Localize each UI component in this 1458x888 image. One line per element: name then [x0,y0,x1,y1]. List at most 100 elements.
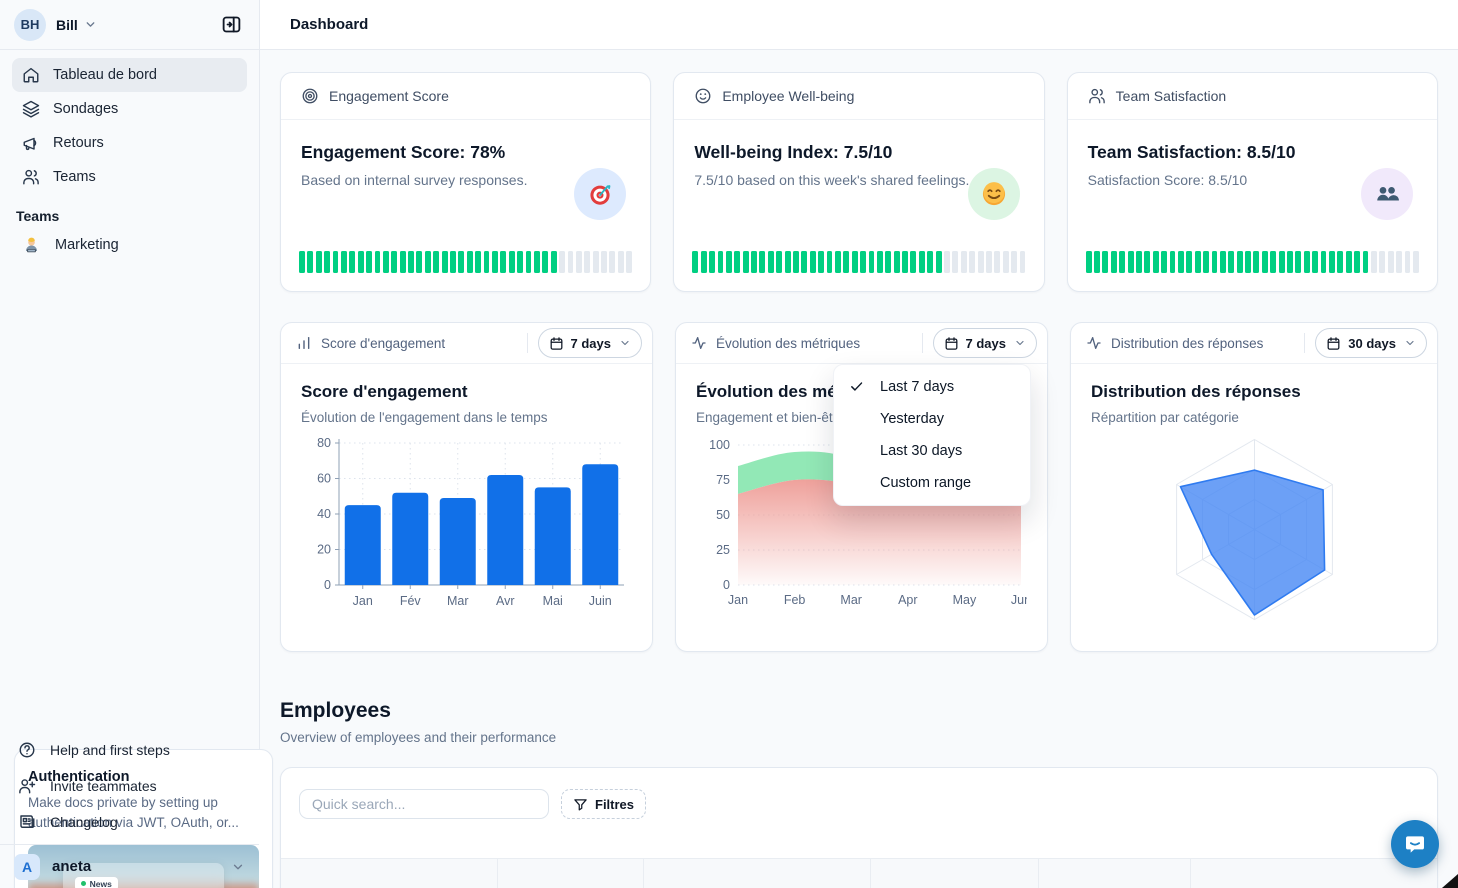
sidebar-item-surveys[interactable]: Sondages [12,92,247,126]
stat-card-wellbeing: Employee Well-being Well-being Index: 7.… [673,72,1044,292]
chart-card-header: Score d'engagement 7 days [281,323,652,364]
range-selector-button[interactable]: 30 days [1315,328,1427,358]
chart-title: Score d'engagement [301,382,632,402]
collapse-sidebar-button[interactable] [215,9,247,41]
mouse-cursor [1438,874,1458,888]
calendar-icon [549,336,564,351]
workspace-switcher[interactable]: A aneta [0,844,259,888]
stat-card-engagement: Engagement Score Engagement Score: 78% B… [280,72,651,292]
range-dropdown-menu: Last 7 days Yesterday Last 30 days Custo… [833,364,1031,506]
chat-bubble-icon [1402,831,1428,857]
calendar-icon [1326,336,1341,351]
svg-text:0: 0 [723,578,730,592]
chart-card-header-label: Évolution des métriques [716,336,860,351]
svg-text:100: 100 [709,438,730,452]
svg-text:0: 0 [324,578,331,592]
menu-item-custom-range[interactable]: Custom range [834,467,1030,499]
column-header-performance[interactable]: Performance [1039,859,1191,888]
svg-text:Apr: Apr [898,593,917,607]
sidebar-item-label: Tableau de bord [53,67,157,83]
chart-subtitle: Répartition par catégorie [1091,410,1417,425]
sidebar-item-dashboard[interactable]: Tableau de bord [12,58,247,92]
check-icon [849,379,864,394]
sidebar-nav: Tableau de bord Sondages Retours Teams [0,50,259,194]
filters-label: Filtres [595,797,634,812]
menu-item-last-7-days[interactable]: Last 7 days [834,371,1030,403]
stat-card-header-label: Employee Well-being [722,88,854,104]
sidebar-footer-nav: Help and first steps Invite teammates Ch… [0,732,259,840]
svg-text:Jan: Jan [353,594,373,608]
svg-text:Mar: Mar [840,593,862,607]
layers-icon [22,100,40,118]
table-header-row: User Team Position Participation [281,858,1437,888]
teams-section-label: Teams [0,194,259,228]
menu-item-yesterday[interactable]: Yesterday [834,403,1030,435]
chevron-down-icon [1404,337,1416,349]
stat-card-header: Team Satisfaction [1068,73,1437,120]
workspace-avatar: A [14,854,40,880]
stat-cards-row: Engagement Score Engagement Score: 78% B… [280,72,1438,292]
footer-item-label: Changelog [50,814,118,830]
svg-text:80: 80 [317,436,331,450]
chart-card-body: Distribution des réponses Répartition pa… [1071,364,1437,632]
menu-item-label: Custom range [880,475,971,491]
avatar[interactable]: BH [14,9,46,41]
sidebar-item-label: Retours [53,135,104,151]
filters-button[interactable]: Filtres [561,789,646,819]
svg-text:Feb: Feb [784,593,806,607]
svg-text:20: 20 [317,543,331,557]
divider [922,333,923,353]
svg-text:50: 50 [716,508,730,522]
svg-text:Mai: Mai [543,594,563,608]
footer-item-label: Help and first steps [50,742,170,758]
chart-subtitle: Évolution de l'engagement dans le temps [301,410,632,425]
top-bar: Dashboard [260,0,1458,50]
chart-card-body: Score d'engagement Évolution de l'engage… [281,364,652,616]
employees-title: Employees [280,699,1438,723]
sidebar-item-label: Sondages [53,101,118,117]
chevron-down-icon [619,337,631,349]
stat-title: Engagement Score: 78% [301,142,630,163]
svg-text:25: 25 [716,543,730,557]
sidebar-item-marketing[interactable]: Marketing [0,228,259,262]
sidebar-item-label: Teams [53,169,96,185]
stat-title: Well-being Index: 7.5/10 [694,142,1023,163]
progress-ticks [692,251,1025,273]
smiling-face-emoji [968,168,1020,220]
range-selector-button[interactable]: 7 days [538,328,642,358]
svg-text:Avr: Avr [496,594,515,608]
svg-text:Fév: Fév [400,594,422,608]
sidebar-item-help[interactable]: Help and first steps [12,732,247,768]
busts-emoji [1361,168,1413,220]
sidebar-item-invite[interactable]: Invite teammates [12,768,247,804]
radar-chart [1152,427,1357,632]
svg-text:60: 60 [317,472,331,486]
range-selector-button[interactable]: 7 days [933,328,1037,358]
menu-item-label: Last 30 days [880,443,962,459]
chevron-down-icon [1014,337,1026,349]
stat-card-header-label: Engagement Score [329,88,449,104]
chart-title: Distribution des réponses [1091,382,1417,402]
column-header-position[interactable]: Position [644,859,871,888]
sidebar-item-changelog[interactable]: Changelog [12,804,247,840]
stat-card-satisfaction: Team Satisfaction Team Satisfaction: 8.5… [1067,72,1438,292]
user-plus-icon [18,777,36,795]
menu-item-label: Yesterday [880,411,944,427]
technologist-emoji [22,236,41,255]
svg-text:75: 75 [716,473,730,487]
chart-card-responses-distribution: Distribution des réponses 30 days [1070,322,1438,652]
column-header-user[interactable]: User [281,859,498,888]
sidebar-item-teams[interactable]: Teams [12,160,247,194]
chat-launcher-button[interactable] [1391,820,1439,868]
column-header-team[interactable]: Team [498,859,644,888]
menu-item-last-30-days[interactable]: Last 30 days [834,435,1030,467]
megaphone-icon [22,134,40,152]
newspaper-icon [18,813,36,831]
column-header-participation[interactable]: Participation [871,859,1039,888]
sidebar-item-feedback[interactable]: Retours [12,126,247,160]
search-input[interactable] [299,789,549,819]
user-name[interactable]: Bill [56,17,78,33]
target-emoji [574,168,626,220]
collapse-sidebar-icon [221,14,242,35]
chevron-down-icon [231,860,245,874]
